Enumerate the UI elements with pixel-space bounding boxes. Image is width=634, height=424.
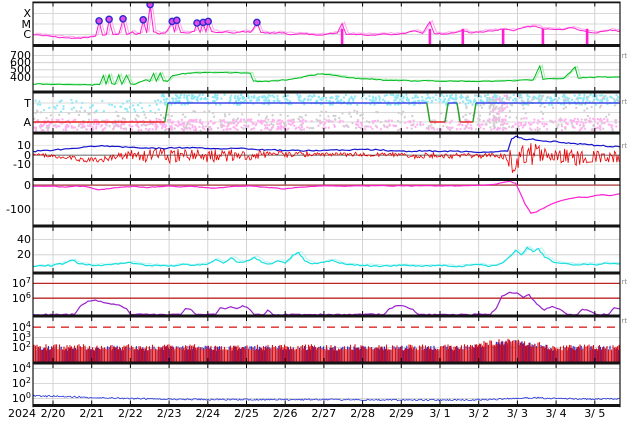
- x-axis-label: 2/22: [118, 407, 143, 420]
- y-axis-label-base: 10: [11, 276, 26, 290]
- x-axis-label: 2/23: [156, 407, 182, 420]
- y-axis-label: 107: [0, 275, 31, 290]
- x-axis-label: 3/ 1: [429, 407, 451, 420]
- x-axis-label: 2/26: [272, 407, 298, 420]
- right-axis-mark: rt: [621, 278, 628, 286]
- y-axis-label: 102: [0, 376, 31, 390]
- y-axis-label-exponent: 4: [25, 361, 31, 371]
- y-axis-label: 100: [0, 390, 31, 405]
- y-axis-label: A: [23, 115, 31, 129]
- right-axis-mark: rt: [621, 52, 628, 60]
- y-axis-label: 400: [10, 70, 31, 84]
- y-axis-label: 104: [0, 361, 31, 376]
- x-axis-label: 3/ 3: [506, 407, 528, 420]
- x-axis-label: 2/28: [350, 407, 375, 420]
- y-axis-label-exponent: 7: [25, 275, 31, 285]
- y-axis-label: C: [23, 28, 31, 41]
- y-axis-label-base: 10: [11, 391, 26, 405]
- y-axis-label: 40: [17, 233, 31, 247]
- y-axis-label: 102: [0, 340, 31, 355]
- x-axis-label: 2/27: [311, 407, 337, 420]
- y-axis-label: 106: [0, 290, 31, 305]
- y-axis-label-exponent: 0: [25, 390, 31, 400]
- x-axis-label: 3/ 5: [584, 407, 606, 420]
- y-axis-label: -100: [6, 202, 31, 216]
- y-axis-label-exponent: 2: [25, 376, 31, 385]
- y-axis-label: 0: [24, 178, 31, 192]
- y-axis-label-exponent: 2: [25, 340, 31, 350]
- x-axis-label: 2/29: [388, 407, 414, 420]
- x-axis-label: 3/ 4: [545, 407, 567, 420]
- chart-canvas: [0, 0, 634, 424]
- y-axis-label: T: [24, 96, 31, 110]
- y-axis-label: -10: [13, 158, 31, 172]
- y-axis-label-base: 10: [11, 377, 26, 390]
- y-axis-label-base: 10: [11, 341, 26, 355]
- right-axis-mark: rt: [621, 142, 628, 150]
- x-axis-label: 3/ 2: [468, 407, 490, 420]
- right-axis-mark: rt: [621, 98, 628, 106]
- y-axis-label-base: 10: [11, 362, 26, 376]
- right-axis-mark: rt: [621, 317, 628, 325]
- x-axis-label: 2/25: [234, 407, 259, 420]
- y-axis-label-exponent: 6: [25, 290, 31, 300]
- y-axis-label-base: 10: [11, 291, 26, 305]
- x-axis-label: 2/21: [79, 407, 105, 420]
- y-axis-label-exponent: 4: [25, 319, 31, 329]
- x-axis-label: 2/24: [195, 407, 221, 420]
- solar-activity-chart: X M C 700 600 500 400 T A 10 0 -10 0 -100 40 20 107 106 10…: [0, 0, 634, 424]
- y-axis-label-exponent: 3: [25, 330, 31, 339]
- year-label: 2024: [8, 407, 36, 420]
- y-axis-label: 20: [17, 248, 31, 262]
